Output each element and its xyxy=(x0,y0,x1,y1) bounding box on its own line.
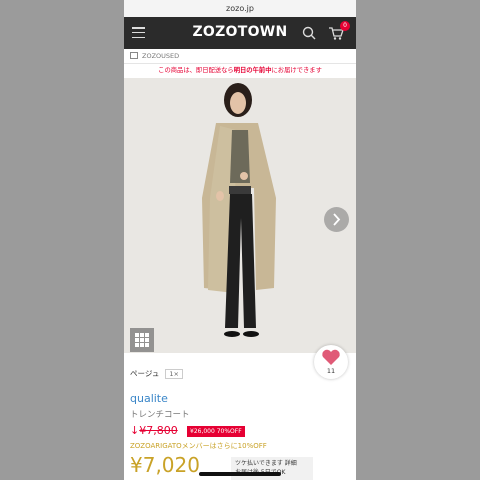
grid-icon xyxy=(135,333,149,347)
notice-prefix: この商品は、即日配送なら xyxy=(158,67,234,74)
pay-later-line1: ツケ払いできます 詳細 xyxy=(235,460,297,467)
notice-suffix: にお届けできます xyxy=(271,67,322,74)
member-discount-note: ZOZOARIGATOメンバーはさらに10%OFF xyxy=(130,442,267,450)
cart-count-badge: 0 xyxy=(340,21,350,31)
search-icon[interactable] xyxy=(302,26,316,40)
zozoused-label: ZOZOUSED xyxy=(142,52,180,60)
favorite-button[interactable]: 11 xyxy=(314,345,348,379)
chevron-right-icon xyxy=(333,213,341,226)
thumbnail-grid-button[interactable] xyxy=(130,328,154,352)
next-image-button[interactable] xyxy=(324,207,349,232)
url-bar[interactable]: zozo.jp xyxy=(124,0,356,17)
product-photo[interactable] xyxy=(124,78,356,353)
discount-badge: ¥26,000 70%OFF xyxy=(187,426,245,437)
pager-number[interactable]: 1× xyxy=(165,369,183,379)
pager-label: ページュ xyxy=(130,369,160,378)
brand-link[interactable]: qualite xyxy=(130,392,168,405)
zozoused-bar[interactable]: ZOZOUSED xyxy=(124,49,356,64)
site-logo[interactable]: ZOZOTOWN xyxy=(124,24,356,40)
favorite-count: 11 xyxy=(326,367,336,375)
old-price: ↓¥7,800 xyxy=(130,424,178,437)
notice-emphasis: 明日の午前中 xyxy=(233,67,272,74)
page-selector: ページュ 1× xyxy=(130,368,183,379)
pay-later-banner[interactable]: ツケ払いできます 詳細 お届け後 5日でOK xyxy=(231,457,313,480)
model-image xyxy=(124,78,356,353)
old-price-value: ¥7,800 xyxy=(139,424,178,437)
phone-screen: zozo.jp ZOZOTOWN 0 ZOZOUSED この商品は、即日配送なら… xyxy=(124,0,356,480)
zozoused-icon xyxy=(130,52,138,59)
site-header: ZOZOTOWN 0 xyxy=(124,17,356,49)
heart-icon xyxy=(322,349,340,365)
url-text: zozo.jp xyxy=(226,4,254,13)
price-down-arrow: ↓ xyxy=(130,424,140,437)
home-indicator xyxy=(199,472,281,476)
current-price: ¥7,020 xyxy=(130,453,200,477)
delivery-notice: この商品は、即日配送なら明日の午前中にお届けできます xyxy=(124,64,356,78)
product-type: トレンチコート xyxy=(130,410,190,420)
